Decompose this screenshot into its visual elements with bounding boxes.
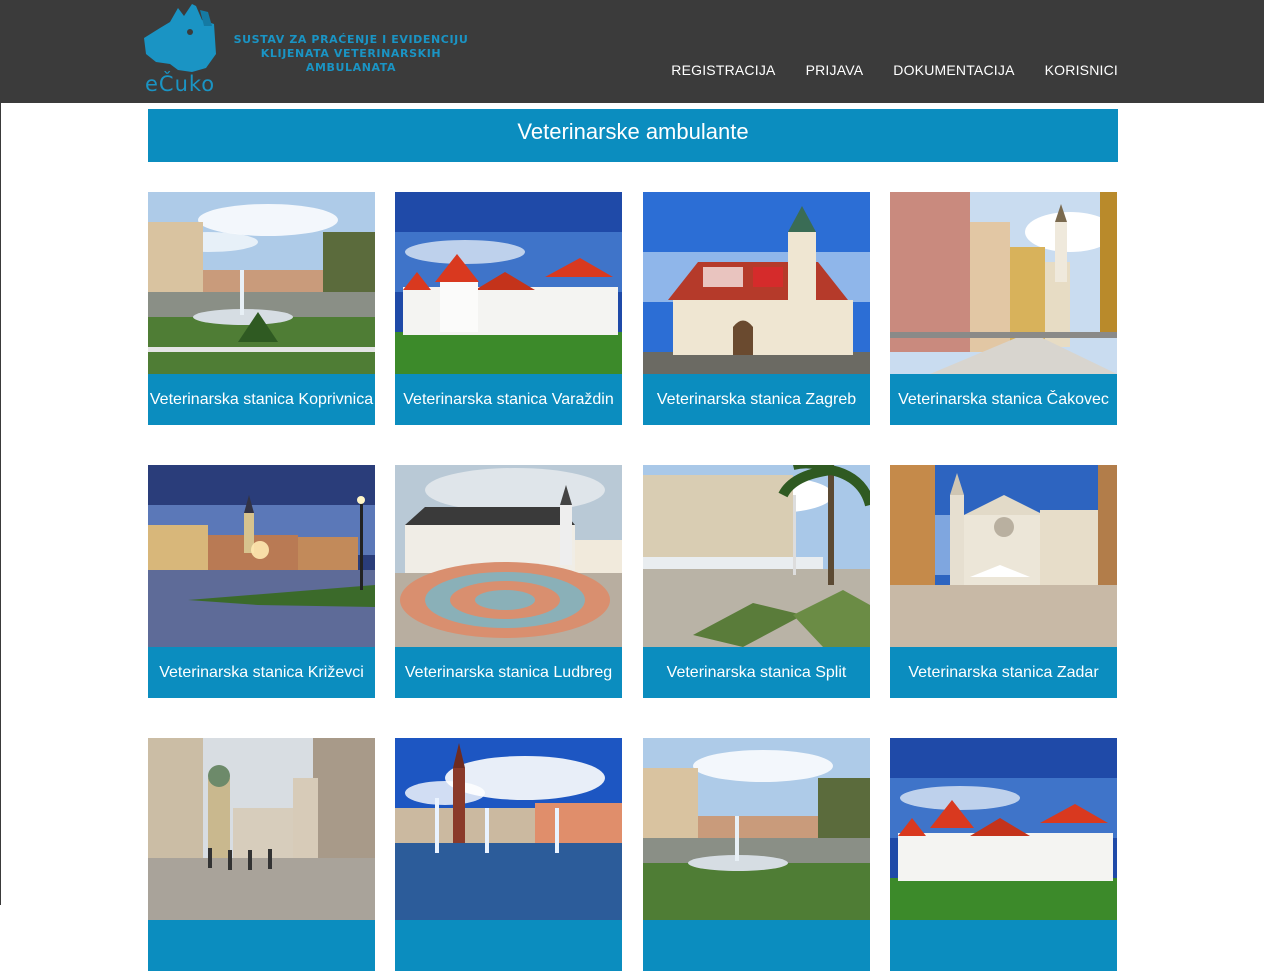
nav-prijava[interactable]: PRIJAVA [806, 62, 864, 78]
tagline-line-2: KLIJENATA VETERINARSKIH AMBULANATA [260, 47, 442, 74]
tagline-line-1: SUSTAV ZA PRAĆENJE I EVIDENCIJU [233, 33, 469, 46]
clinic-label[interactable]: Veterinarska stanica Varaždin [395, 374, 622, 425]
clinic-card-zagreb[interactable]: Veterinarska stanica Zagreb [643, 192, 870, 425]
clinic-label[interactable] [643, 920, 870, 971]
clinic-card-zadar[interactable]: Veterinarska stanica Zadar [890, 465, 1117, 698]
clinic-photo [643, 465, 870, 647]
clinic-photo [890, 465, 1117, 647]
clinic-label[interactable]: Veterinarska stanica Ludbreg [395, 647, 622, 698]
clinic-photo [395, 192, 622, 374]
clinic-label[interactable]: Veterinarska stanica Križevci [148, 647, 375, 698]
clinic-label[interactable] [395, 920, 622, 971]
nav-dokumentacija[interactable]: DOKUMENTACIJA [893, 62, 1014, 78]
clinic-photo [890, 738, 1117, 920]
clinic-card-split[interactable]: Veterinarska stanica Split [643, 465, 870, 698]
nav-registracija[interactable]: REGISTRACIJA [671, 62, 775, 78]
clinic-card-12[interactable] [890, 738, 1117, 971]
clinic-label[interactable]: Veterinarska stanica Čakovec [890, 374, 1117, 425]
clinic-card-krizevci[interactable]: Veterinarska stanica Križevci [148, 465, 375, 698]
clinic-card-cakovec[interactable]: Veterinarska stanica Čakovec [890, 192, 1117, 425]
clinic-photo [643, 192, 870, 374]
clinic-photo [148, 738, 375, 920]
clinic-card-koprivnica[interactable]: Veterinarska stanica Koprivnica [148, 192, 375, 425]
logo-text[interactable]: eČuko [145, 72, 215, 96]
clinic-label[interactable] [148, 920, 375, 971]
page-title: Veterinarske ambulante [148, 109, 1118, 162]
page-left-border [0, 103, 1, 905]
site-tagline: SUSTAV ZA PRAĆENJE I EVIDENCIJU KLIJENAT… [226, 33, 476, 75]
clinic-card-11[interactable] [643, 738, 870, 971]
clinic-label[interactable] [890, 920, 1117, 971]
clinic-card-varazdin[interactable]: Veterinarska stanica Varaždin [395, 192, 622, 425]
main-nav: REGISTRACIJA PRIJAVA DOKUMENTACIJA KORIS… [671, 62, 1118, 78]
clinic-photo [148, 192, 375, 374]
clinic-label[interactable]: Veterinarska stanica Zagreb [643, 374, 870, 425]
clinic-label[interactable]: Veterinarska stanica Koprivnica [148, 374, 375, 425]
clinic-photo [148, 465, 375, 647]
clinic-card-9[interactable] [148, 738, 375, 971]
nav-korisnici[interactable]: KORISNICI [1045, 62, 1118, 78]
clinic-photo [395, 738, 622, 920]
clinic-card-10[interactable] [395, 738, 622, 971]
clinic-photo [643, 738, 870, 920]
site-header: eČuko SUSTAV ZA PRAĆENJE I EVIDENCIJU KL… [0, 0, 1264, 103]
clinic-label[interactable]: Veterinarska stanica Split [643, 647, 870, 698]
clinic-photo [890, 192, 1117, 374]
clinic-card-ludbreg[interactable]: Veterinarska stanica Ludbreg [395, 465, 622, 698]
clinic-photo [395, 465, 622, 647]
clinic-label[interactable]: Veterinarska stanica Zadar [890, 647, 1117, 698]
